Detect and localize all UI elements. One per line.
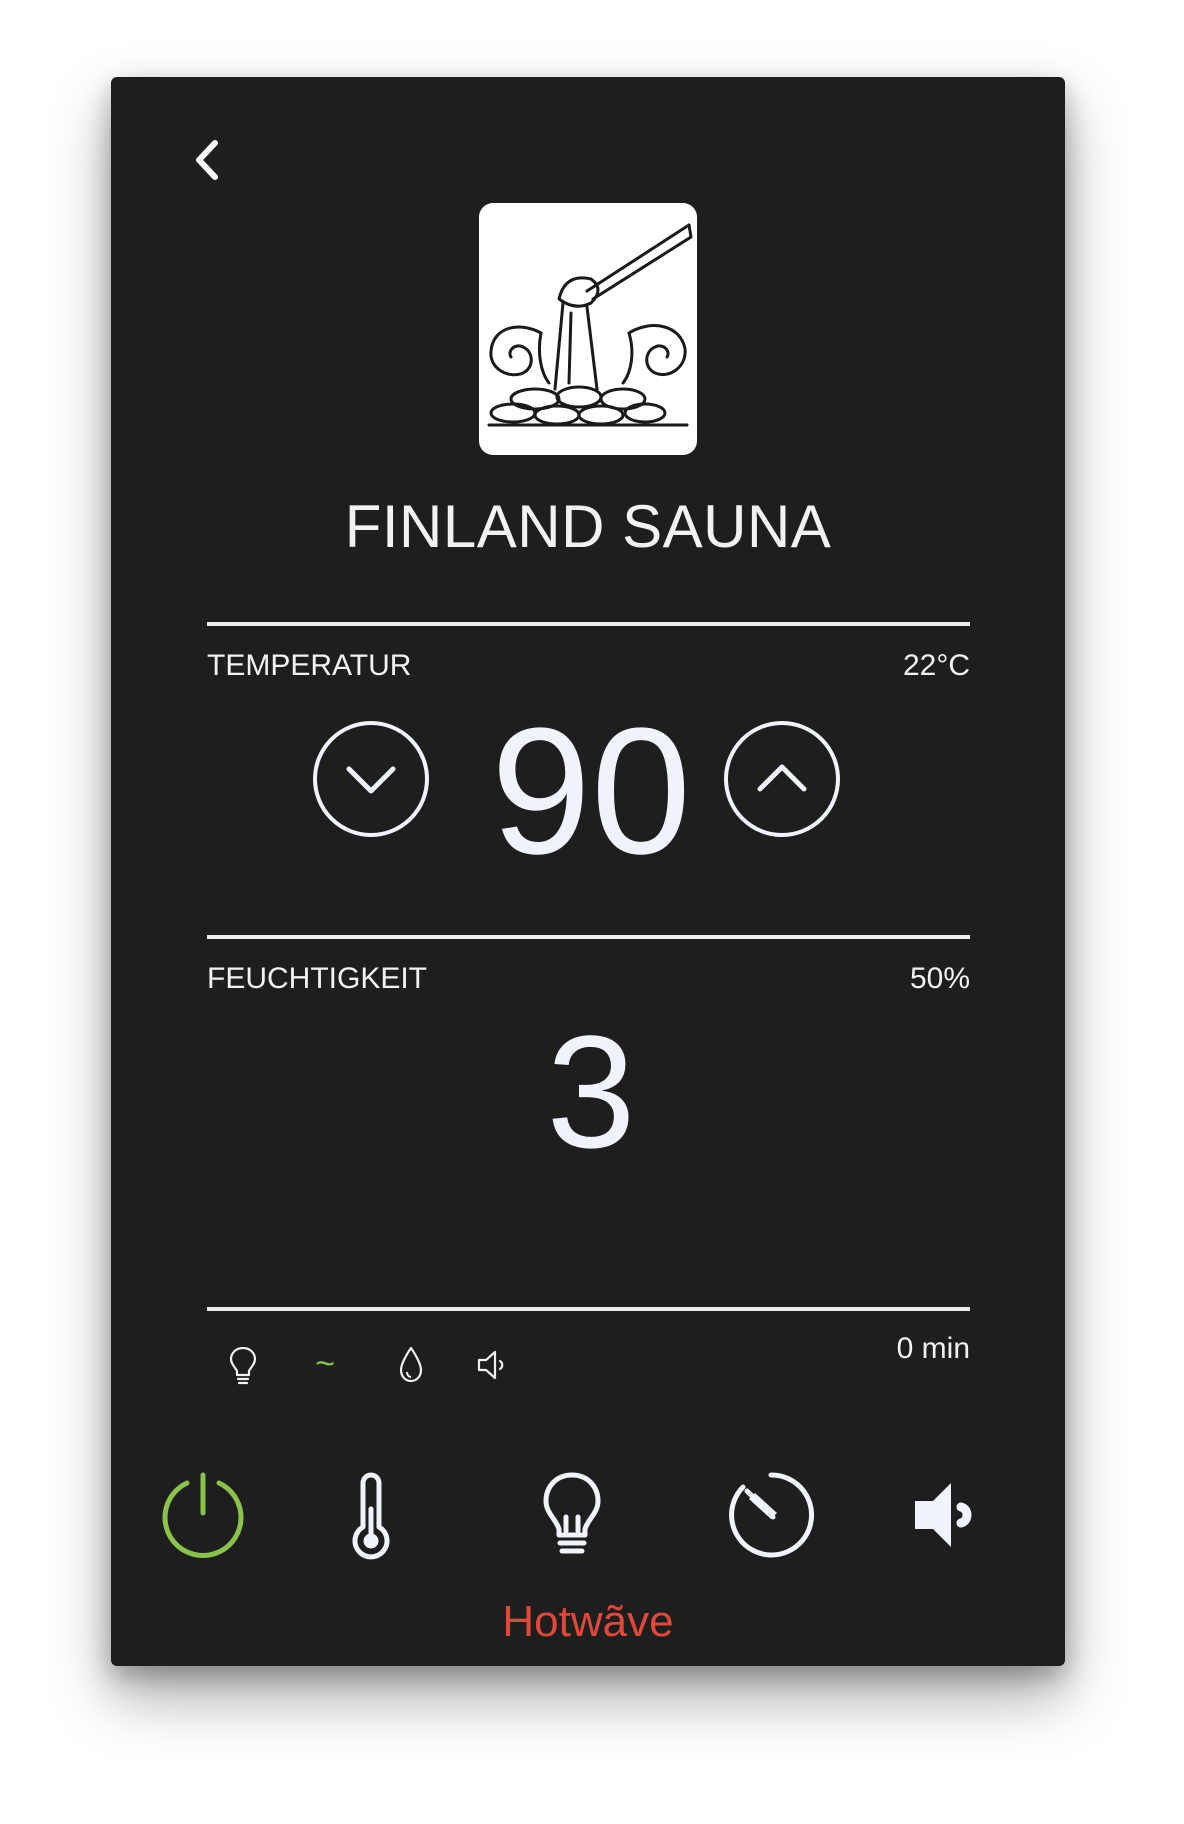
humidity-level: 3: [546, 1002, 636, 1181]
program-image: [479, 203, 697, 455]
timer-button[interactable]: [725, 1469, 817, 1561]
timer-icon: [729, 1472, 815, 1558]
thermometer-icon: [352, 1472, 390, 1560]
speaker-icon: [915, 1483, 972, 1547]
power-button[interactable]: [157, 1469, 249, 1561]
drop-icon: [399, 1346, 423, 1383]
timer-readout: 0 min: [896, 1332, 970, 1365]
lightbulb-icon: [543, 1472, 601, 1554]
current-temperature: 22°C: [902, 649, 970, 682]
sound-button[interactable]: [907, 1469, 999, 1561]
brand-logo: Hotwãve: [502, 1597, 674, 1646]
temperature-down-button[interactable]: [312, 720, 430, 843]
back-button[interactable]: [183, 135, 233, 185]
temperature-up-button[interactable]: [723, 720, 841, 843]
tilde-icon: ~: [315, 1345, 335, 1383]
chevron-up-circle-icon: [724, 721, 840, 837]
divider: [207, 935, 970, 939]
humidity-label: FEUCHTIGKEIT: [207, 962, 428, 995]
divider: [207, 1307, 970, 1311]
sauna-control-panel: FINLAND SAUNA TEMPERATUR 22°C 90 FEUCHTI…: [111, 77, 1065, 1666]
program-title: FINLAND SAUNA: [344, 493, 832, 560]
current-humidity: 50%: [909, 962, 970, 995]
chevron-left-icon: [196, 140, 218, 180]
sauna-ladle-stones-icon: [487, 223, 693, 427]
chevron-down-circle-icon: [313, 721, 429, 837]
divider: [207, 622, 970, 626]
power-icon: [162, 1472, 244, 1558]
lightbulb-icon: [229, 1346, 257, 1385]
light-button[interactable]: [526, 1469, 618, 1561]
temperature-label: TEMPERATUR: [207, 649, 412, 682]
temperature-button[interactable]: [325, 1469, 417, 1561]
speaker-icon: [477, 1350, 504, 1380]
temperature-setpoint: 90: [490, 691, 692, 892]
